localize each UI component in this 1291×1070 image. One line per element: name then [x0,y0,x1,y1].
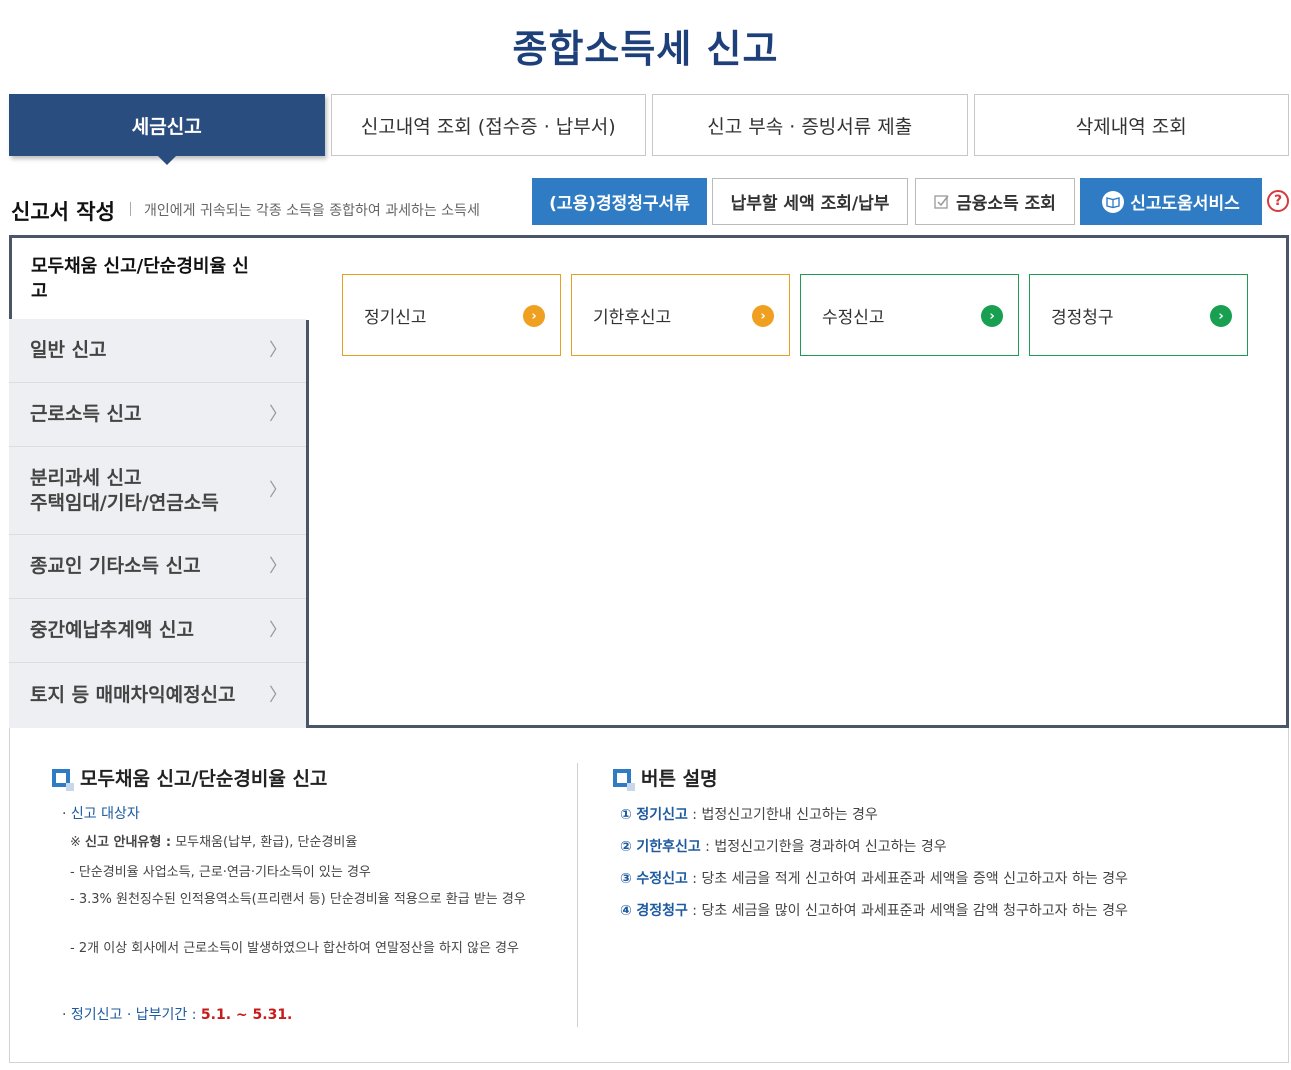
note-mark: ※ [70,835,81,850]
chevron-right-icon: 〉 [269,556,287,577]
item-desc: : 당초 세금을 많이 신고하여 과세표준과 세액을 감액 청구하고자 하는 경… [687,903,1128,919]
square-bullet-icon [613,768,635,791]
book-icon [1102,190,1125,213]
button-guide-item: ① 정기신고 : 법정신고기한내 신고하는 경우 [620,804,878,824]
dot-bullet: · [62,1007,71,1023]
info-divider [577,763,578,1027]
sidebar-item-land-sale[interactable]: 토지 등 매매차익예정신고 〉 [9,663,307,727]
sidebar-item-earned-income[interactable]: 근로소득 신고 〉 [9,383,307,447]
button-guide-item: ② 기한후신고 : 법정신고기한을 경과하여 신고하는 경우 [620,836,947,856]
tax-payment-button[interactable]: 납부할 세액 조회/납부 [712,178,908,225]
arrow-right-icon: › [523,305,545,327]
amended-report-card[interactable]: 수정신고 › [800,274,1019,356]
tab-deleted-history[interactable]: 삭제내역 조회 [973,94,1289,156]
item-number: ④ [620,903,632,919]
sidebar-item-label: 중간예납추계액 신고 [30,619,194,641]
sidebar-item-label: 분리과세 신고 주택임대/기타/연금소득 [30,466,219,514]
bullet-text: 단순경비율 사업소득, 근로·연금·기타소득이 있는 경우 [78,865,371,880]
help-question-icon[interactable]: ? [1267,190,1289,212]
item-desc: : 당초 세금을 적게 신고하여 과세표준과 세액을 증액 신고하고자 하는 경… [687,871,1128,887]
square-bullet-icon [52,768,74,791]
sidebar-item-label: 토지 등 매매차익예정신고 [30,683,236,706]
button-guide-heading: 버튼 설명 [613,764,718,791]
button-guide-item: ④ 경정청구 : 당초 세금을 많이 신고하여 과세표준과 세액을 감액 청구하… [620,900,1128,920]
item-number: ① [620,807,632,823]
target-label-text: 신고 대상자 [70,806,140,822]
item-name: 경정청구 [636,903,688,919]
info-panel: 모두채움 신고/단순경비율 신고 · 신고 대상자 ※ 신고 안내유형 : 모두… [9,728,1289,1063]
dot-bullet: · [62,806,71,822]
financial-income-label: 금융소득 조회 [956,194,1056,214]
checkbox-icon [934,194,949,209]
sidebar-item-interim[interactable]: 중간예납추계액 신고 〉 [9,599,307,663]
late-report-card[interactable]: 기한후신고 › [571,274,790,356]
bullet-text: 2개 이상 회사에서 근로소득이 발생하였으나 합산하여 연말정산을 하지 않은… [78,941,519,956]
bullet-item: - 단순경비율 사업소득, 근로·연금·기타소득이 있는 경우 [70,865,371,880]
guide-type: ※ 신고 안내유형 : 모두채움(납부, 환급), 단순경비율 [70,832,357,854]
item-name: 정기신고 [636,807,688,823]
report-panel: 모두채움 신고/단순경비율 신고 일반 신고 〉 근로소득 신고 〉 분리과세 … [9,235,1289,728]
sidebar-item-label: 종교인 기타소득 신고 [30,555,201,577]
chevron-right-icon: 〉 [269,340,287,361]
page-title: 종합소득세 신고 [512,27,779,71]
regular-report-card[interactable]: 정기신고 › [342,274,561,356]
bullet-text: 3.3% 원천징수된 인적용역소득(프리랜서 등) 단순경비율 적용으로 환급 … [78,892,526,907]
target-label: · 신고 대상자 [62,803,140,825]
help-service-label: 신고도움서비스 [1130,194,1240,214]
card-label: 정기신고 [364,307,427,328]
item-number: ② [620,839,632,855]
financial-income-button[interactable]: 금융소득 조회 [915,178,1075,225]
item-number: ③ [620,871,632,887]
bullet-item: - 3.3% 원천징수된 인적용역소득(프리랜서 등) 단순경비율 적용으로 환… [70,892,526,907]
button-guide-item: ③ 수정신고 : 당초 세금을 적게 신고하여 과세표준과 세액을 증액 신고하… [620,868,1128,888]
employment-claim-button[interactable]: (고용)경정청구서류 [532,178,707,225]
chevron-right-icon: 〉 [269,684,287,706]
report-period: · 정기신고 · 납부기간 : 5.1. ~ 5.31. [62,1004,292,1026]
bullet-item: - 2개 이상 회사에서 근로소득이 발생하였으나 합산하여 연말정산을 하지 … [70,941,519,956]
button-guide-title: 버튼 설명 [641,768,718,790]
item-name: 기한후신고 [636,839,701,855]
sidebar-item-label: 일반 신고 [30,339,107,361]
item-desc: : 법정신고기한을 경과하여 신고하는 경우 [700,839,947,855]
tab-report-history[interactable]: 신고내역 조회 (접수증 · 납부서) [330,94,646,156]
card-label: 기한후신고 [593,307,672,328]
tab-tax-report[interactable]: 세금신고 [9,94,325,165]
card-label: 경정청구 [1051,307,1114,328]
sidebar-item-separate-tax[interactable]: 분리과세 신고 주택임대/기타/연금소득 〉 [9,447,307,535]
help-service-button[interactable]: 신고도움서비스 [1080,178,1262,225]
item-name: 수정신고 [636,871,688,887]
period-value: 5.1. ~ 5.31. [200,1007,293,1023]
sidebar-item-religious[interactable]: 종교인 기타소득 신고 〉 [9,535,307,599]
guide-label: 신고 안내유형 : [85,835,172,850]
sidebar-item-general[interactable]: 일반 신고 〉 [9,319,307,383]
sidebar-active-label: 모두채움 신고/단순경비율 신고 [31,256,249,302]
report-type-sidebar: 모두채움 신고/단순경비율 신고 일반 신고 〉 근로소득 신고 〉 분리과세 … [9,235,309,728]
chevron-right-icon: 〉 [269,620,287,641]
arrow-right-icon: › [752,305,774,327]
correction-claim-card[interactable]: 경정청구 › [1029,274,1248,356]
section-header: 신고서 작성 개인에게 귀속되는 각종 소득을 종합하여 과세하는 소득세 (고… [9,178,1289,226]
sidebar-item-all-filled[interactable]: 모두채움 신고/단순경비율 신고 [9,235,309,319]
chevron-right-icon: 〉 [269,404,287,425]
tab-attachment-submit[interactable]: 신고 부속 · 증빙서류 제출 [652,94,968,156]
period-label: 정기신고 · 납부기간 : [70,1007,197,1023]
target-info-heading: 모두채움 신고/단순경비율 신고 [52,764,327,791]
section-title: 신고서 작성 [11,200,115,224]
item-desc: : 법정신고기한내 신고하는 경우 [687,807,878,823]
sidebar-item-label: 근로소득 신고 [30,403,142,425]
target-info-title: 모두채움 신고/단순경비율 신고 [80,768,328,790]
guide-value: 모두채움(납부, 환급), 단순경비율 [175,835,358,850]
chevron-right-icon: 〉 [269,480,287,501]
report-options-area: 정기신고 › 기한후신고 › 수정신고 › 경정청구 › [306,235,1289,728]
section-description: 개인에게 귀속되는 각종 소득을 종합하여 과세하는 소득세 [144,203,480,219]
section-divider [130,202,131,216]
arrow-right-icon: › [1210,305,1232,327]
card-label: 수정신고 [822,307,885,328]
active-connector [306,238,309,320]
arrow-right-icon: › [981,305,1003,327]
main-tabs: 세금신고 신고내역 조회 (접수증 · 납부서) 신고 부속 · 증빙서류 제출… [9,94,1289,165]
